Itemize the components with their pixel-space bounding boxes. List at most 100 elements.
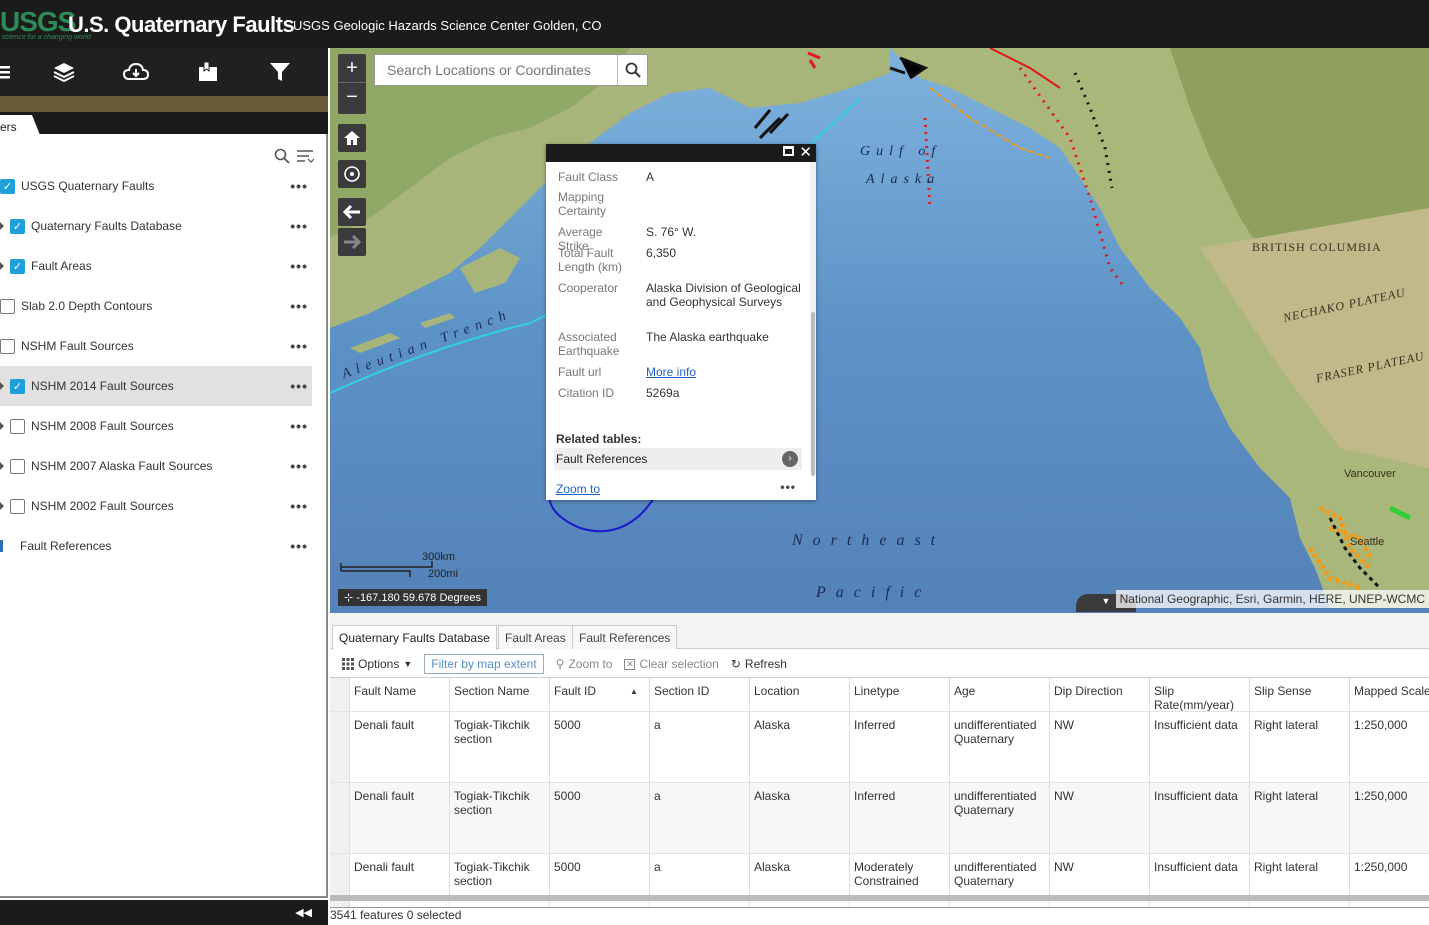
expand-arrow-icon[interactable]	[0, 262, 4, 270]
zoom-in-button[interactable]: +	[338, 54, 366, 82]
column-header[interactable]: Mapped Scale	[1350, 678, 1429, 711]
table-cell: 1:250,000	[1350, 712, 1429, 782]
close-icon[interactable]: ✕	[799, 144, 812, 162]
tab-fault-areas[interactable]: Fault Areas	[498, 625, 573, 649]
table-row[interactable]: Denali fault Togiak-Tikchik section 5000 a A…	[330, 712, 1429, 783]
feature-popup: ✕ Fault Class A Mapping Certainty Average S…	[546, 144, 816, 500]
row-selector[interactable]	[330, 783, 350, 853]
map-view[interactable]: Gulf of Alaska Northeast Pacific Aleutia…	[330, 48, 1429, 613]
home-button[interactable]	[338, 124, 366, 152]
map-label-gulf1: Gulf of	[860, 144, 942, 159]
cloud-download-icon[interactable]	[121, 58, 151, 86]
next-extent-button[interactable]	[338, 228, 366, 256]
search-icon[interactable]	[274, 148, 290, 167]
attribute-key: Mapping Certainty	[558, 190, 607, 218]
layer-checkbox[interactable]: ✓	[0, 178, 15, 194]
more-info-link[interactable]: More info	[646, 365, 806, 379]
layer-label: NSHM 2007 Alaska Fault Sources	[31, 459, 213, 473]
layer-row[interactable]: ✓ USGS Quaternary Faults •••	[0, 166, 312, 206]
search-input[interactable]	[375, 55, 617, 85]
refresh-button[interactable]: ↻ Refresh	[731, 657, 787, 671]
layer-options-button[interactable]: •••	[290, 218, 308, 234]
expand-arrow-icon[interactable]	[0, 382, 4, 390]
collapse-panel-icon[interactable]: ◀◀	[295, 906, 312, 919]
table-status: 3541 features 0 selected	[330, 907, 1429, 925]
column-header[interactable]: Linetype	[850, 678, 950, 711]
tab-fault-references[interactable]: Fault References	[572, 625, 678, 649]
options-button[interactable]: Options ▼	[342, 657, 412, 671]
layer-options-button[interactable]: •••	[290, 258, 308, 274]
layer-checkbox[interactable]: ✓	[10, 378, 25, 394]
clear-selection-button[interactable]: ✕ Clear selection	[624, 657, 719, 671]
layer-row[interactable]: ✓ NSHM 2014 Fault Sources •••	[0, 366, 312, 406]
layer-checkbox[interactable]: ✓	[10, 258, 25, 274]
row-selector[interactable]	[330, 712, 350, 782]
bookmark-icon[interactable]	[193, 58, 223, 86]
layer-row[interactable]: Fault References •••	[0, 526, 312, 566]
expand-arrow-icon[interactable]	[0, 462, 4, 470]
related-table-item[interactable]: Fault References ›	[554, 448, 802, 470]
menu-icon[interactable]	[0, 58, 20, 86]
table-row[interactable]: Denali fault Togiak-Tikchik section 5000 a A…	[330, 783, 1429, 854]
row-selector[interactable]	[330, 678, 350, 711]
layer-checkbox[interactable]	[0, 298, 15, 314]
map-label-vancouver: Vancouver	[1344, 468, 1396, 480]
column-header[interactable]: Fault Name	[350, 678, 450, 711]
layer-options-button[interactable]: •••	[290, 418, 308, 434]
sort-list-icon[interactable]	[296, 148, 315, 167]
column-header[interactable]: Dip Direction	[1050, 678, 1150, 711]
layers-tab[interactable]: ers	[0, 115, 40, 135]
layer-row[interactable]: Slab 2.0 Depth Contours •••	[0, 286, 312, 326]
expand-arrow-icon[interactable]	[0, 422, 4, 430]
horizontal-scrollbar[interactable]	[330, 895, 1429, 901]
layer-checkbox[interactable]: ✓	[10, 218, 25, 234]
layer-label: Fault References	[20, 539, 112, 553]
layer-checkbox[interactable]	[10, 418, 25, 434]
layer-options-button[interactable]: •••	[290, 378, 308, 394]
maximize-icon[interactable]	[783, 146, 794, 156]
layer-row[interactable]: NSHM 2008 Fault Sources •••	[0, 406, 312, 446]
layer-checkbox[interactable]	[10, 498, 25, 514]
map-label-pacific: Pacific	[816, 584, 932, 601]
layer-checkbox[interactable]	[10, 458, 25, 474]
locate-button[interactable]	[338, 160, 366, 188]
layer-options-button[interactable]: •••	[290, 298, 308, 314]
filter-icon[interactable]	[265, 58, 295, 86]
attribute-key: Associated Earthquake	[558, 330, 620, 358]
previous-extent-button[interactable]	[338, 198, 366, 226]
column-header[interactable]: Location	[750, 678, 850, 711]
popup-zoom-to-link[interactable]: Zoom to	[556, 482, 600, 496]
layer-row[interactable]: NSHM Fault Sources •••	[0, 326, 312, 366]
expand-arrow-icon[interactable]	[0, 222, 4, 230]
layer-row[interactable]: ✓ Quaternary Faults Database •••	[0, 206, 312, 246]
expand-arrow-icon[interactable]	[0, 502, 4, 510]
filter-by-extent-button[interactable]: Filter by map extent	[424, 654, 544, 674]
layer-options-button[interactable]: •••	[290, 178, 308, 194]
column-header[interactable]: Section ID	[650, 678, 750, 711]
coordinate-readout[interactable]: ⊹ -167.180 59.678 Degrees	[338, 589, 488, 606]
zoom-control: + −	[338, 54, 366, 114]
layer-row[interactable]: NSHM 2002 Fault Sources •••	[0, 486, 312, 526]
layer-row[interactable]: ✓ Fault Areas •••	[0, 246, 312, 286]
layer-row[interactable]: NSHM 2007 Alaska Fault Sources •••	[0, 446, 312, 486]
layer-options-button[interactable]: •••	[290, 338, 308, 354]
layer-checkbox[interactable]	[0, 338, 15, 354]
layer-options-button[interactable]: •••	[290, 538, 308, 554]
layers-icon[interactable]	[49, 58, 79, 86]
search-button[interactable]	[617, 55, 647, 85]
popup-more-button[interactable]: •••	[780, 480, 796, 494]
table-toolbar: Options ▼ Filter by map extent ⚲ Zoom to …	[330, 651, 1429, 677]
column-header[interactable]: Section Name	[450, 678, 550, 711]
map-label-gulf2: Alaska	[866, 172, 941, 187]
attribute-key: Fault Class	[558, 170, 619, 184]
layer-options-button[interactable]: •••	[290, 458, 308, 474]
zoom-out-button[interactable]: −	[338, 82, 366, 111]
column-header[interactable]: Slip Sense	[1250, 678, 1350, 711]
popup-scrollbar[interactable]	[810, 162, 816, 476]
tab-quaternary-faults-database[interactable]: Quaternary Faults Database	[332, 625, 497, 650]
zoom-to-button[interactable]: ⚲ Zoom to	[556, 657, 613, 671]
column-header[interactable]: Age	[950, 678, 1050, 711]
related-table-label: Fault References	[556, 452, 648, 466]
layer-options-button[interactable]: •••	[290, 498, 308, 514]
column-header[interactable]: Slip Rate(mm/year)	[1150, 678, 1250, 711]
